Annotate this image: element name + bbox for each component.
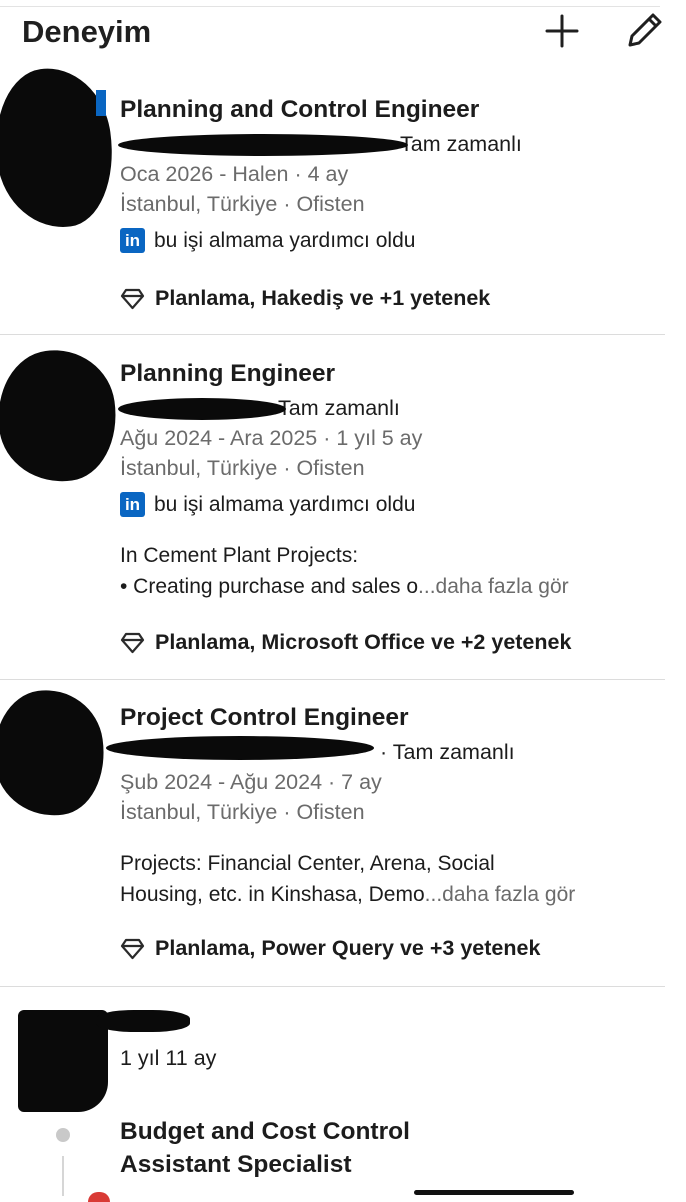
company-logo-edge — [96, 90, 106, 116]
see-more-link[interactable]: ...daha fazla gör — [425, 883, 576, 906]
description-line: In Cement Plant Projects: — [120, 544, 359, 567]
job-location: İstanbul, Türkiye · Ofisten — [120, 192, 365, 216]
company-logo-redacted — [18, 1010, 108, 1112]
experience-item[interactable]: Planning Engineer Tam zamanlı Ağu 2024 -… — [0, 340, 686, 680]
experience-item[interactable]: Planning and Control Engineer Tam zamanl… — [0, 60, 686, 336]
divider — [0, 334, 665, 335]
job-dates: Şub 2024 - Ağu 2024 · 7 ay — [120, 770, 382, 794]
description-line: Housing, etc. in Kinshasa, Demo...daha f… — [120, 883, 576, 906]
linkedin-icon: in — [120, 492, 145, 517]
add-experience-button[interactable] — [543, 12, 581, 50]
job-location: İstanbul, Türkiye · Ofisten — [120, 800, 365, 824]
see-more-link[interactable]: ...daha fazla gör — [418, 575, 569, 598]
timeline-line — [62, 1156, 64, 1196]
job-title: Project Control Engineer — [120, 704, 409, 731]
skills-link[interactable]: Planlama, Power Query ve +3 yetenek — [120, 936, 540, 961]
divider — [0, 679, 665, 680]
top-divider — [0, 6, 660, 7]
description-line: Projects: Financial Center, Arena, Socia… — [120, 852, 495, 875]
home-indicator — [414, 1190, 574, 1195]
experience-item[interactable]: Project Control Engineer · Tam zamanlı Ş… — [0, 682, 686, 986]
linkedin-note-text: bu işi almama yardımcı oldu — [154, 228, 416, 252]
job-dates: Ağu 2024 - Ara 2025 · 1 yıl 5 ay — [120, 426, 423, 450]
role-title: Budget and Cost Control — [120, 1118, 410, 1145]
company-logo-redacted — [0, 342, 125, 490]
skills-text: Planlama, Power Query ve +3 yetenek — [155, 936, 541, 960]
company-name-redacted — [106, 736, 374, 760]
company-logo-redacted — [0, 60, 123, 236]
skills-link[interactable]: Planlama, Hakediş ve +1 yetenek — [120, 286, 490, 311]
company-name-redacted — [118, 134, 408, 156]
role-title-continued: Assistant Specialist — [120, 1151, 352, 1178]
pencil-icon — [628, 13, 662, 47]
company-name-redacted — [118, 398, 286, 420]
company-name-redacted — [96, 1010, 190, 1032]
job-dates: Oca 2026 - Halen · 4 ay — [120, 162, 349, 186]
section-title: Deneyim — [22, 14, 152, 49]
employment-type: Tam zamanlı — [278, 396, 400, 420]
experience-header: Deneyim — [22, 10, 662, 54]
divider — [0, 986, 665, 987]
job-location: İstanbul, Türkiye · Ofisten — [120, 456, 365, 480]
linkedin-helped-note: in bu işi almama yardımcı oldu — [120, 492, 415, 517]
company-logo-redacted — [0, 682, 113, 824]
linkedin-note-text: bu işi almama yardımcı oldu — [154, 492, 416, 516]
description-line: • Creating purchase and sales o...daha f… — [120, 575, 569, 598]
employment-type: · Tam zamanlı — [380, 740, 515, 764]
plus-icon — [545, 14, 579, 48]
linkedin-helped-note: in bu işi almama yardımcı oldu — [120, 228, 415, 253]
edit-experience-button[interactable] — [625, 10, 665, 50]
employment-type: Tam zamanlı — [400, 132, 522, 156]
job-title: Planning and Control Engineer — [120, 96, 480, 123]
diamond-icon — [120, 938, 145, 959]
skills-text: Planlama, Hakediş ve +1 yetenek — [155, 286, 491, 310]
job-title: Planning Engineer — [120, 360, 336, 387]
job-description: In Cement Plant Projects: • Creating pur… — [120, 540, 569, 602]
diamond-icon — [120, 288, 145, 309]
job-description: Projects: Financial Center, Arena, Socia… — [120, 848, 575, 910]
diamond-icon — [120, 632, 145, 653]
timeline-dot — [56, 1128, 70, 1142]
grouped-experience[interactable]: 1 yıl 11 ay Budget and Cost Control Assi… — [0, 990, 686, 1200]
total-duration: 1 yıl 11 ay — [120, 1046, 217, 1070]
linkedin-icon: in — [120, 228, 145, 253]
skills-link[interactable]: Planlama, Microsoft Office ve +2 yetenek — [120, 630, 571, 655]
skills-text: Planlama, Microsoft Office ve +2 yetenek — [155, 630, 572, 654]
